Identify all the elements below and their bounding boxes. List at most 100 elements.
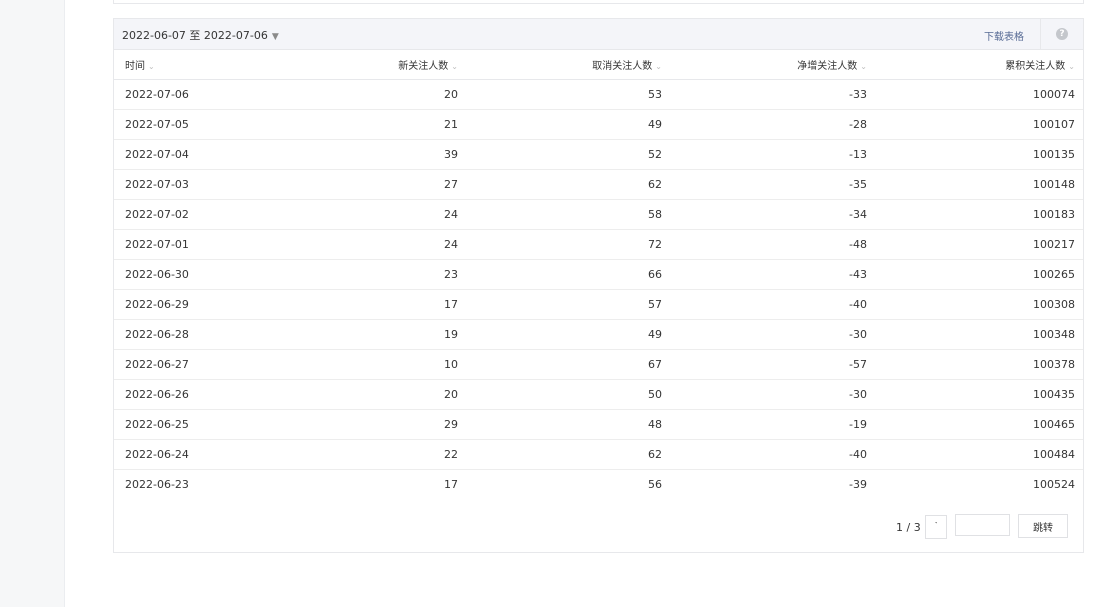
cell-net-growth: -28 bbox=[678, 109, 883, 140]
cell-net-growth: -40 bbox=[678, 439, 883, 470]
column-header-unfollows[interactable]: 取消关注人数 ⌄ bbox=[474, 50, 678, 80]
cell-date: 2022-06-24 bbox=[114, 439, 285, 470]
cell-cumulative: 100524 bbox=[1033, 478, 1075, 491]
table-row: 2022-06-30 23 66 -43 100265 bbox=[114, 259, 1083, 290]
sort-icon: ⌄ bbox=[1068, 62, 1075, 71]
left-sidebar bbox=[0, 0, 65, 607]
cell-net-growth: -57 bbox=[678, 349, 883, 380]
cell-unfollows: 50 bbox=[474, 379, 678, 410]
cell-net-growth: -43 bbox=[678, 259, 883, 290]
cell-net-growth: -33 bbox=[678, 79, 883, 110]
page-number-input[interactable] bbox=[955, 514, 1010, 536]
table-row: 2022-07-03 27 62 -35 100148 bbox=[114, 169, 1083, 200]
table-header-row: 时间 ⌄ 新关注人数 ⌄ 取消关注人数 ⌄ 净增关注人数 ⌄ 累积关注人数 ⌄ bbox=[114, 50, 1083, 80]
table-row: 2022-07-01 24 72 -48 100217 bbox=[114, 229, 1083, 260]
table-row: 2022-07-05 21 49 -28 100107 bbox=[114, 109, 1083, 140]
table-row: 2022-06-27 10 67 -57 100378 bbox=[114, 349, 1083, 380]
cell-date: 2022-07-04 bbox=[114, 139, 285, 170]
sort-icon: ⌄ bbox=[451, 62, 458, 71]
cell-net-growth: -13 bbox=[678, 139, 883, 170]
cell-unfollows: 66 bbox=[474, 259, 678, 290]
dropdown-arrow-icon: ▼ bbox=[271, 32, 279, 42]
cell-cumulative: 100183 bbox=[883, 199, 1083, 230]
cell-new-followers: 21 bbox=[285, 109, 474, 140]
date-range-label: 2022-06-07 至 2022-07-06 bbox=[122, 29, 268, 42]
cell-net-growth: -30 bbox=[678, 319, 883, 350]
next-page-button[interactable]: ˺ bbox=[925, 515, 947, 539]
cell-cumulative: 100135 bbox=[883, 139, 1083, 170]
column-header-new-followers[interactable]: 新关注人数 ⌄ bbox=[285, 50, 474, 80]
cell-unfollows: 49 bbox=[474, 319, 678, 350]
upper-panel-edge bbox=[113, 0, 1084, 4]
cell-new-followers: 27 bbox=[285, 169, 474, 200]
cell-new-followers: 23 bbox=[285, 259, 474, 290]
cell-new-followers: 17 bbox=[444, 478, 458, 491]
cell-date: 2022-07-02 bbox=[114, 199, 285, 230]
cell-date: 2022-06-27 bbox=[114, 349, 285, 380]
date-range-selector[interactable]: 2022-06-07 至 2022-07-06 ▼ bbox=[122, 27, 279, 43]
table-row: 2022-06-29 17 57 -40 100308 bbox=[114, 289, 1083, 320]
download-table-link[interactable]: 下载表格 bbox=[984, 28, 1024, 43]
cell-cumulative: 100217 bbox=[883, 229, 1083, 260]
cell-cumulative: 100107 bbox=[883, 109, 1083, 140]
cell-unfollows: 57 bbox=[474, 289, 678, 320]
cell-new-followers: 19 bbox=[285, 319, 474, 350]
column-header-time[interactable]: 时间 ⌄ bbox=[114, 50, 285, 80]
cell-unfollows: 56 bbox=[648, 478, 662, 491]
table-row: 2022-06-23 17 56 -39 100524 bbox=[114, 470, 1083, 500]
cell-unfollows: 58 bbox=[474, 199, 678, 230]
page-indicator: 1 / 3 bbox=[896, 521, 921, 534]
cell-cumulative: 100148 bbox=[883, 169, 1083, 200]
cell-date: 2022-06-25 bbox=[114, 409, 285, 440]
cell-net-growth: -39 bbox=[849, 478, 867, 491]
followers-table: 时间 ⌄ 新关注人数 ⌄ 取消关注人数 ⌄ 净增关注人数 ⌄ 累积关注人数 ⌄ 2022-… bbox=[114, 50, 1083, 499]
cell-cumulative: 100265 bbox=[883, 259, 1083, 290]
panel-header: 2022-06-07 至 2022-07-06 ▼ 下载表格 ? bbox=[114, 19, 1083, 50]
cell-new-followers: 29 bbox=[285, 409, 474, 440]
cell-date: 2022-06-26 bbox=[114, 379, 285, 410]
column-header-net-growth[interactable]: 净增关注人数 ⌄ bbox=[678, 50, 883, 80]
cell-unfollows: 49 bbox=[474, 109, 678, 140]
cell-new-followers: 17 bbox=[285, 289, 474, 320]
cell-net-growth: -34 bbox=[678, 199, 883, 230]
cell-date: 2022-07-06 bbox=[114, 79, 285, 110]
cell-date: 2022-07-03 bbox=[114, 169, 285, 200]
cell-date: 2022-06-28 bbox=[114, 319, 285, 350]
cell-new-followers: 24 bbox=[285, 229, 474, 260]
next-page-icon: ˺ bbox=[934, 521, 938, 530]
sort-icon: ⌄ bbox=[860, 62, 867, 71]
cell-new-followers: 20 bbox=[285, 79, 474, 110]
cell-unfollows: 72 bbox=[474, 229, 678, 260]
table-row: 2022-07-06 20 53 -33 100074 bbox=[114, 79, 1083, 110]
cell-date: 2022-06-30 bbox=[114, 259, 285, 290]
table-row: 2022-07-02 24 58 -34 100183 bbox=[114, 199, 1083, 230]
cell-cumulative: 100074 bbox=[883, 79, 1083, 110]
sort-icon: ⌄ bbox=[148, 62, 155, 71]
cell-date: 2022-06-29 bbox=[114, 289, 285, 320]
cell-new-followers: 10 bbox=[285, 349, 474, 380]
cell-unfollows: 48 bbox=[474, 409, 678, 440]
cell-unfollows: 53 bbox=[474, 79, 678, 110]
cell-new-followers: 24 bbox=[285, 199, 474, 230]
column-header-cumulative[interactable]: 累积关注人数 ⌄ bbox=[883, 50, 1083, 80]
data-table-panel: 2022-06-07 至 2022-07-06 ▼ 下载表格 ? 时间 ⌄ 新关注人… bbox=[113, 18, 1084, 553]
cell-cumulative: 100378 bbox=[883, 349, 1083, 380]
table-row: 2022-06-24 22 62 -40 100484 bbox=[114, 439, 1083, 470]
cell-unfollows: 52 bbox=[474, 139, 678, 170]
cell-net-growth: -30 bbox=[678, 379, 883, 410]
cell-unfollows: 62 bbox=[474, 439, 678, 470]
cell-date: 2022-07-05 bbox=[114, 109, 285, 140]
table-row: 2022-06-25 29 48 -19 100465 bbox=[114, 409, 1083, 440]
cell-cumulative: 100484 bbox=[883, 439, 1083, 470]
cell-date: 2022-06-23 bbox=[125, 478, 189, 491]
cell-unfollows: 67 bbox=[474, 349, 678, 380]
header-divider bbox=[1040, 19, 1041, 49]
sort-icon: ⌄ bbox=[655, 62, 662, 71]
cell-net-growth: -48 bbox=[678, 229, 883, 260]
cell-net-growth: -19 bbox=[678, 409, 883, 440]
jump-button[interactable]: 跳转 bbox=[1018, 514, 1068, 538]
help-icon[interactable]: ? bbox=[1056, 28, 1068, 40]
cell-cumulative: 100465 bbox=[883, 409, 1083, 440]
cell-date: 2022-07-01 bbox=[114, 229, 285, 260]
cell-new-followers: 22 bbox=[285, 439, 474, 470]
